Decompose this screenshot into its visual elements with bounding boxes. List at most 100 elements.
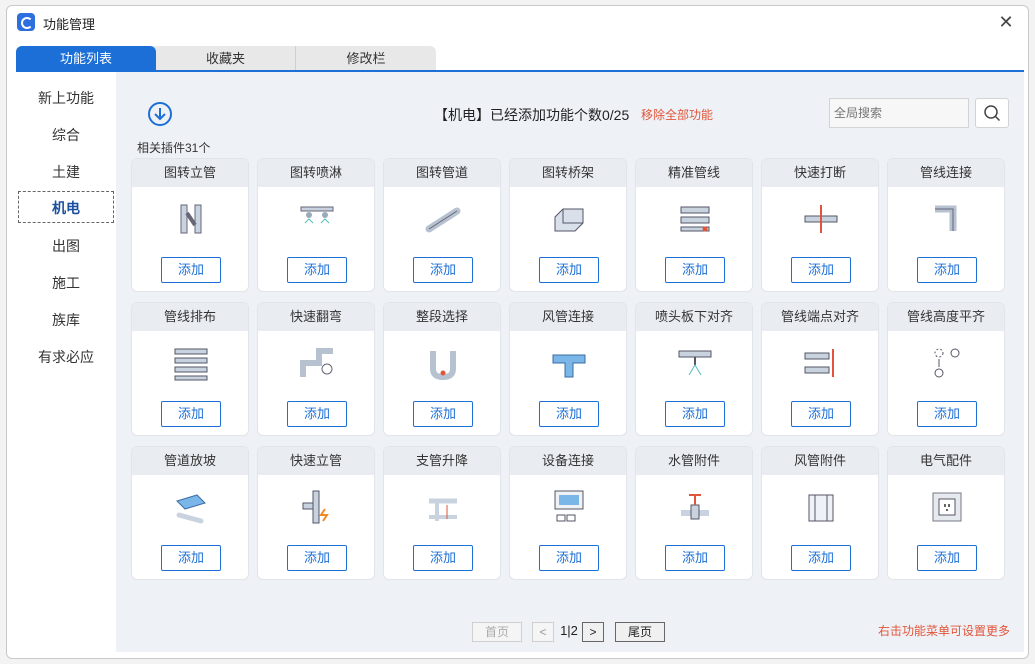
add-button[interactable]: 添加 bbox=[161, 545, 221, 571]
segment-select-icon bbox=[430, 351, 456, 381]
add-button[interactable]: 添加 bbox=[665, 545, 725, 571]
add-button[interactable]: 添加 bbox=[413, 257, 473, 283]
sidebar-item-civil[interactable]: 土建 bbox=[18, 156, 114, 188]
sidebar-item-mep[interactable]: 机电 bbox=[18, 191, 114, 223]
plugin-card: 管线连接 添加 bbox=[887, 158, 1005, 292]
add-button[interactable]: 添加 bbox=[287, 401, 347, 427]
plugin-card: 整段选择 添加 bbox=[383, 302, 501, 436]
first-page-button[interactable]: 首页 bbox=[472, 622, 522, 642]
plugin-title: 电气配件 bbox=[888, 447, 1004, 475]
plugin-title: 风管连接 bbox=[510, 303, 626, 331]
plugin-title: 快速打断 bbox=[762, 159, 878, 187]
added-count-info: 【机电】已经添加功能个数0/25 bbox=[434, 107, 630, 123]
sprinkler-icon bbox=[300, 206, 334, 224]
plugin-card: 快速翻弯 添加 bbox=[257, 302, 375, 436]
quick-riser-icon bbox=[302, 490, 329, 524]
download-icon[interactable] bbox=[148, 102, 172, 126]
plugin-card: 设备连接 添加 bbox=[509, 446, 627, 580]
valve-icon bbox=[681, 494, 709, 520]
plugin-card: 快速立管 添加 bbox=[257, 446, 375, 580]
add-button[interactable]: 添加 bbox=[287, 545, 347, 571]
plugin-title: 水管附件 bbox=[636, 447, 752, 475]
plugin-title: 图转桥架 bbox=[510, 159, 626, 187]
search-icon bbox=[984, 105, 1001, 122]
add-button[interactable]: 添加 bbox=[791, 545, 851, 571]
cable-tray-icon bbox=[554, 208, 584, 232]
plugin-card: 水管附件 添加 bbox=[635, 446, 753, 580]
plugin-title: 图转立管 bbox=[132, 159, 248, 187]
plugin-card: 管道放坡 添加 bbox=[131, 446, 249, 580]
plugin-card: 图转喷淋 添加 bbox=[257, 158, 375, 292]
sprinkler-align-icon bbox=[678, 350, 712, 376]
plugin-card: 管线端点对齐 添加 bbox=[761, 302, 879, 436]
plugin-card: 支管升降 添加 bbox=[383, 446, 501, 580]
add-button[interactable]: 添加 bbox=[539, 545, 599, 571]
title-bar: 功能管理 ✕ bbox=[7, 6, 1028, 38]
sidebar-item-construction[interactable]: 施工 bbox=[18, 267, 114, 299]
tab-function-list[interactable]: 功能列表 bbox=[16, 46, 156, 71]
sidebar-item-general[interactable]: 综合 bbox=[18, 119, 114, 151]
prev-page-button[interactable]: < bbox=[532, 622, 554, 642]
add-button[interactable]: 添加 bbox=[791, 401, 851, 427]
plugin-card: 管线高度平齐 添加 bbox=[887, 302, 1005, 436]
add-button[interactable]: 添加 bbox=[161, 257, 221, 283]
plugin-title: 管线连接 bbox=[888, 159, 1004, 187]
tab-modify-bar[interactable]: 修改栏 bbox=[296, 46, 436, 71]
plugin-title: 整段选择 bbox=[384, 303, 500, 331]
add-button[interactable]: 添加 bbox=[413, 545, 473, 571]
plugin-title: 精准管线 bbox=[636, 159, 752, 187]
plugin-card: 精准管线 添加 bbox=[635, 158, 753, 292]
plugin-title: 风管附件 bbox=[762, 447, 878, 475]
sidebar-item-family-library[interactable]: 族库 bbox=[18, 304, 114, 336]
add-button[interactable]: 添加 bbox=[917, 401, 977, 427]
pipe-bend-icon bbox=[300, 348, 333, 377]
next-page-button[interactable]: > bbox=[582, 622, 604, 642]
add-button[interactable]: 添加 bbox=[413, 401, 473, 427]
add-button[interactable]: 添加 bbox=[287, 257, 347, 283]
plugin-card: 风管连接 添加 bbox=[509, 302, 627, 436]
plugin-card: 图转管道 添加 bbox=[383, 158, 501, 292]
plugin-title: 快速翻弯 bbox=[258, 303, 374, 331]
add-button[interactable]: 添加 bbox=[539, 257, 599, 283]
add-button[interactable]: 添加 bbox=[917, 257, 977, 283]
close-icon[interactable]: ✕ bbox=[996, 12, 1016, 32]
add-button[interactable]: 添加 bbox=[791, 257, 851, 283]
duct-connect-icon bbox=[552, 354, 586, 378]
plugin-card: 图转立管 添加 bbox=[131, 158, 249, 292]
plugin-card: 风管附件 添加 bbox=[761, 446, 879, 580]
plugin-card: 电气配件 添加 bbox=[887, 446, 1005, 580]
plugin-title: 管道放坡 bbox=[132, 447, 248, 475]
add-button[interactable]: 添加 bbox=[665, 401, 725, 427]
global-search-input[interactable] bbox=[829, 98, 969, 128]
sidebar-item-new[interactable]: 新上功能 bbox=[18, 82, 114, 114]
remove-all-link[interactable]: 移除全部功能 bbox=[641, 106, 713, 123]
tab-favorites[interactable]: 收藏夹 bbox=[156, 46, 296, 71]
pipe-slope-icon bbox=[176, 494, 206, 524]
add-button[interactable]: 添加 bbox=[917, 545, 977, 571]
equipment-connect-icon bbox=[554, 490, 584, 522]
add-button[interactable]: 添加 bbox=[665, 257, 725, 283]
sidebar-item-drawing[interactable]: 出图 bbox=[18, 230, 114, 262]
search-button[interactable] bbox=[975, 98, 1009, 128]
plugin-count: 相关插件31个 bbox=[137, 141, 211, 155]
plugin-card: 快速打断 添加 bbox=[761, 158, 879, 292]
last-page-button[interactable]: 尾页 bbox=[615, 622, 665, 642]
tab-bar: 功能列表 收藏夹 修改栏 bbox=[16, 46, 436, 71]
plugin-title: 管线端点对齐 bbox=[762, 303, 878, 331]
plugin-title: 管线排布 bbox=[132, 303, 248, 331]
plugin-title: 图转喷淋 bbox=[258, 159, 374, 187]
sidebar-item-on-demand[interactable]: 有求必应 bbox=[18, 341, 114, 373]
pipe-connect-icon bbox=[935, 205, 957, 231]
socket-icon bbox=[932, 492, 962, 522]
add-button[interactable]: 添加 bbox=[539, 401, 599, 427]
plugin-title: 快速立管 bbox=[258, 447, 374, 475]
function-manager-window: 功能管理 ✕ 功能列表 收藏夹 修改栏 新上功能 综合 土建 机电 出图 施工 … bbox=[6, 5, 1029, 659]
plugin-card: 管线排布 添加 bbox=[131, 302, 249, 436]
pipe-icon bbox=[425, 207, 461, 233]
plugin-title: 图转管道 bbox=[384, 159, 500, 187]
height-align-icon bbox=[934, 348, 960, 378]
plugin-card: 图转桥架 添加 bbox=[509, 158, 627, 292]
branch-lift-icon bbox=[429, 498, 457, 521]
plugin-title: 管线高度平齐 bbox=[888, 303, 1004, 331]
add-button[interactable]: 添加 bbox=[161, 401, 221, 427]
